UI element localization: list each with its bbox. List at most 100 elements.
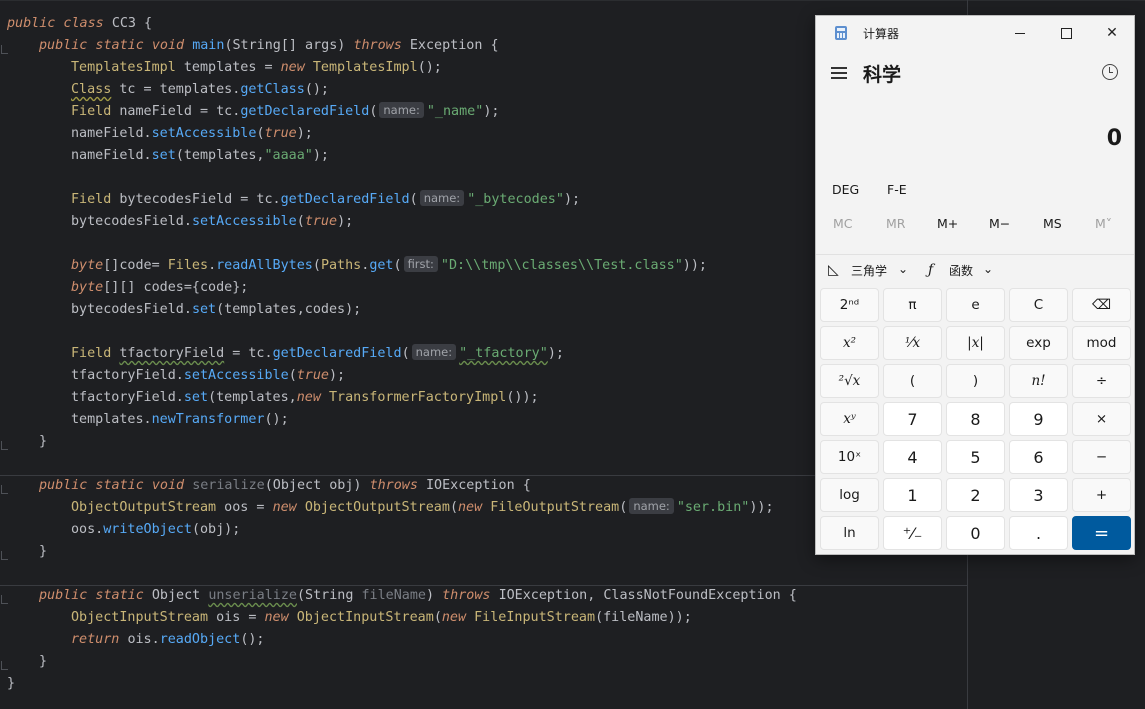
- mr-button[interactable]: MR: [886, 216, 905, 231]
- code-line-25[interactable]: }: [39, 541, 47, 563]
- equals-key[interactable]: =: [1072, 516, 1131, 550]
- result-display: 0: [1106, 126, 1122, 151]
- param-hint: name:: [411, 344, 457, 360]
- digit-3-key[interactable]: 3: [1009, 478, 1068, 512]
- pi-key[interactable]: π: [883, 288, 942, 322]
- digit-1-key[interactable]: 1: [883, 478, 942, 512]
- open-paren-key[interactable]: (: [883, 364, 942, 398]
- negate-key[interactable]: ⁺⁄₋: [883, 516, 942, 550]
- digit-2-key[interactable]: 2: [946, 478, 1005, 512]
- e-key[interactable]: e: [946, 288, 1005, 322]
- code-line-27[interactable]: public static Object unserialize(String …: [39, 585, 797, 607]
- exp-key[interactable]: exp: [1009, 326, 1068, 360]
- func-dropdown[interactable]: 函数: [949, 262, 973, 279]
- code-line-17[interactable]: tfactoryField.setAccessible(true);: [71, 365, 345, 387]
- digit-5-key[interactable]: 5: [946, 440, 1005, 474]
- abs-key[interactable]: |x|: [946, 326, 1005, 360]
- minimize-icon: [1015, 32, 1025, 34]
- fold-marker[interactable]: [1, 45, 8, 54]
- fold-marker[interactable]: [1, 595, 8, 604]
- code-line-12[interactable]: byte[]code= Files.readAllBytes(Paths.get…: [71, 255, 707, 277]
- m-minus-button[interactable]: M−: [989, 216, 1010, 231]
- second-key[interactable]: 2ⁿᵈ: [820, 288, 879, 322]
- code-line-1[interactable]: public class CC3 {: [7, 13, 152, 35]
- param-hint: first:: [403, 256, 438, 272]
- trig-dropdown[interactable]: 三角学: [851, 262, 887, 279]
- param-hint: name:: [379, 102, 424, 118]
- deg-button[interactable]: DEG: [832, 182, 859, 197]
- editor-top-border: [0, 0, 1145, 1]
- ten-power-key[interactable]: 10ˣ: [820, 440, 879, 474]
- digit-7-key[interactable]: 7: [883, 402, 942, 436]
- close-icon: ✕: [1106, 25, 1118, 41]
- code-line-13[interactable]: byte[][] codes={code};: [71, 277, 248, 299]
- code-line-19[interactable]: templates.newTransformer();: [71, 409, 289, 431]
- m-plus-button[interactable]: M+: [937, 216, 958, 231]
- code-line-29[interactable]: return ois.readObject();: [71, 629, 265, 651]
- plus-key[interactable]: +: [1072, 478, 1131, 512]
- decimal-key[interactable]: .: [1009, 516, 1068, 550]
- chevron-down-icon: ⌄: [983, 262, 994, 276]
- memory-row: MC MR M+ M− MS M˅: [816, 210, 1134, 238]
- code-line-28[interactable]: ObjectInputStream ois = new ObjectInputS…: [71, 607, 692, 629]
- close-paren-key[interactable]: ): [946, 364, 1005, 398]
- reciprocal-key[interactable]: ¹⁄x: [883, 326, 942, 360]
- backspace-key[interactable]: ⌫: [1072, 288, 1131, 322]
- ms-button[interactable]: MS: [1043, 216, 1062, 231]
- clear-key[interactable]: C: [1009, 288, 1068, 322]
- title-bar[interactable]: 计算器 ✕: [816, 16, 1134, 50]
- menu-icon[interactable]: [831, 66, 847, 80]
- factorial-key[interactable]: n!: [1009, 364, 1068, 398]
- fold-marker[interactable]: [1, 551, 8, 560]
- digit-8-key[interactable]: 8: [946, 402, 1005, 436]
- angle-row: DEG F-E: [816, 176, 1134, 204]
- minimize-button[interactable]: [997, 20, 1043, 46]
- code-line-9[interactable]: Field bytecodesField = tc.getDeclaredFie…: [71, 189, 580, 211]
- param-hint: name:: [629, 498, 674, 514]
- history-icon[interactable]: [1102, 64, 1118, 80]
- close-button[interactable]: ✕: [1089, 20, 1135, 46]
- fold-marker[interactable]: [1, 485, 8, 494]
- code-line-14[interactable]: bytecodesField.set(templates,codes);: [71, 299, 361, 321]
- minus-key[interactable]: −: [1072, 440, 1131, 474]
- fe-button[interactable]: F-E: [887, 182, 907, 197]
- log-key[interactable]: log: [820, 478, 879, 512]
- code-line-4[interactable]: Class tc = templates.getClass();: [71, 79, 329, 101]
- maximize-button[interactable]: [1043, 20, 1089, 46]
- digit-9-key[interactable]: 9: [1009, 402, 1068, 436]
- code-line-31[interactable]: }: [7, 673, 15, 695]
- code-line-30[interactable]: }: [39, 651, 47, 673]
- function-row: ◺ 三角学 ⌄ ƒ 函数 ⌄: [816, 254, 1134, 285]
- mc-button[interactable]: MC: [833, 216, 853, 231]
- code-line-3[interactable]: TemplatesImpl templates = new TemplatesI…: [71, 57, 442, 79]
- code-line-24[interactable]: oos.writeObject(obj);: [71, 519, 240, 541]
- mode-title: 科学: [863, 64, 902, 86]
- square-key[interactable]: x²: [820, 326, 879, 360]
- memory-list-button[interactable]: M˅: [1095, 216, 1112, 231]
- code-line-10[interactable]: bytecodesField.setAccessible(true);: [71, 211, 353, 233]
- code-line-5[interactable]: Field nameField = tc.getDeclaredField(na…: [71, 101, 499, 123]
- fold-marker[interactable]: [1, 661, 8, 670]
- fold-marker[interactable]: [1, 441, 8, 450]
- mod-key[interactable]: mod: [1072, 326, 1131, 360]
- code-line-20[interactable]: }: [39, 431, 47, 453]
- divide-key[interactable]: ÷: [1072, 364, 1131, 398]
- mode-header: 科学: [816, 58, 1134, 94]
- code-line-6[interactable]: nameField.setAccessible(true);: [71, 123, 313, 145]
- ln-key[interactable]: ln: [820, 516, 879, 550]
- calculator-app-icon: [835, 26, 847, 40]
- code-line-2[interactable]: public static void main(String[] args) t…: [39, 35, 499, 57]
- sqrt-key[interactable]: ²√x: [820, 364, 879, 398]
- code-line-7[interactable]: nameField.set(templates,"aaaa");: [71, 145, 329, 167]
- digit-4-key[interactable]: 4: [883, 440, 942, 474]
- multiply-key[interactable]: ×: [1072, 402, 1131, 436]
- calculator-window[interactable]: 计算器 ✕ 科学 0 DEG F-E MC MR M+ M− MS M˅ ◺ 三…: [815, 15, 1135, 555]
- code-line-23[interactable]: ObjectOutputStream oos = new ObjectOutpu…: [71, 497, 774, 519]
- power-key[interactable]: xʸ: [820, 402, 879, 436]
- digit-0-key[interactable]: 0: [946, 516, 1005, 550]
- digit-6-key[interactable]: 6: [1009, 440, 1068, 474]
- trig-icon: ◺: [828, 262, 839, 278]
- code-line-22[interactable]: public static void serialize(Object obj)…: [39, 475, 531, 497]
- code-line-16[interactable]: Field tfactoryField = tc.getDeclaredFiel…: [71, 343, 564, 365]
- code-line-18[interactable]: tfactoryField.set(templates,new Transfor…: [71, 387, 539, 409]
